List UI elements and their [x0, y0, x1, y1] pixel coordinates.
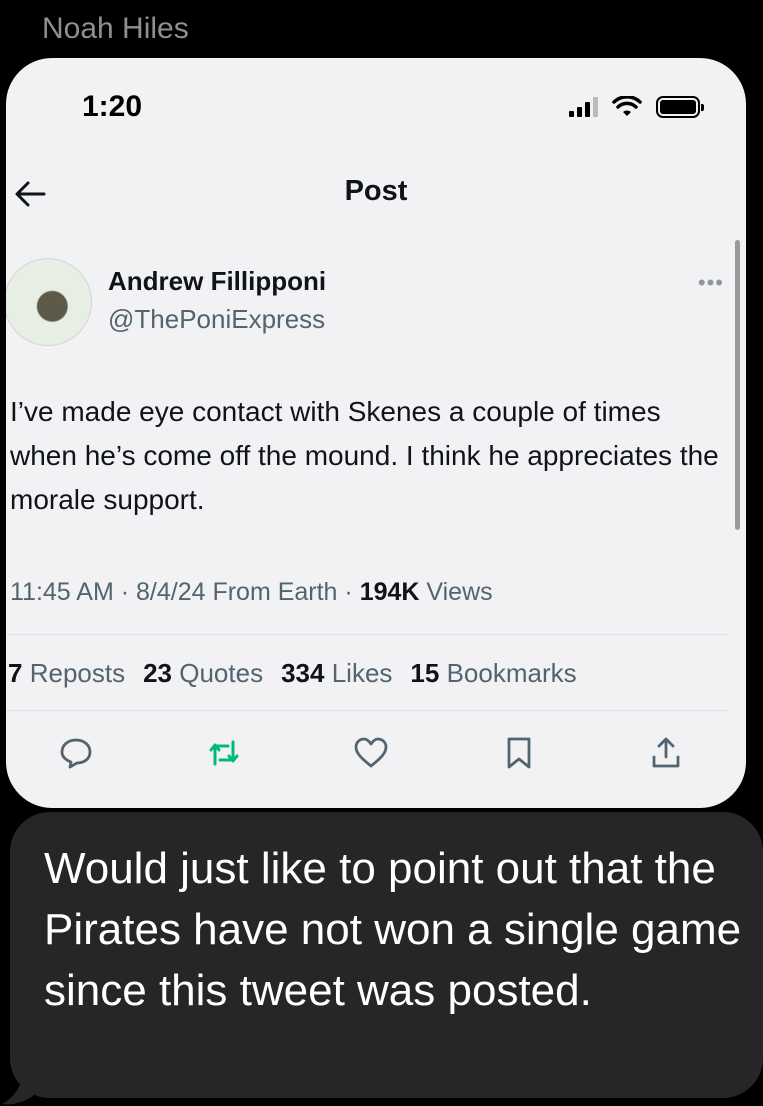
repost-button[interactable] — [204, 733, 244, 773]
tweet-screenshot-card[interactable]: 1:20 Post Andrew Fillipponi @ThePoniExpr… — [6, 58, 746, 808]
share-icon — [652, 737, 680, 768]
more-options-icon[interactable]: ••• — [698, 270, 724, 296]
likes-count: 334 — [281, 658, 325, 688]
quotes-label: Quotes — [179, 658, 264, 688]
reply-button[interactable] — [56, 733, 96, 773]
share-button[interactable] — [646, 733, 686, 773]
reposts-label: Reposts — [29, 658, 126, 688]
status-time: 1:20 — [82, 90, 143, 123]
likes-stat[interactable]: 334 Likes — [281, 658, 392, 689]
page-title: Post — [344, 175, 408, 207]
quotes-count: 23 — [143, 658, 173, 688]
views-label: Views — [419, 578, 493, 606]
bookmark-icon — [507, 737, 530, 769]
bookmarks-label: Bookmarks — [446, 658, 577, 688]
like-icon — [354, 737, 388, 768]
avatar[interactable] — [6, 258, 92, 346]
action-bar — [36, 733, 706, 773]
engagement-stats: 7 Reposts 23 Quotes 334 Likes 15 Bookmar… — [8, 658, 577, 689]
signal-icon — [569, 97, 598, 117]
likes-label: Likes — [331, 658, 393, 688]
battery-icon — [656, 96, 704, 118]
quotes-stat[interactable]: 23 Quotes — [143, 658, 263, 689]
author-name[interactable]: Andrew Fillipponi — [108, 266, 326, 297]
bookmark-button[interactable] — [499, 733, 539, 773]
reposts-stat[interactable]: 7 Reposts — [8, 658, 125, 689]
tweet-timestamp: 11:45 AM · 8/4/24 From Earth · — [10, 578, 360, 606]
views-count: 194K — [359, 578, 420, 606]
author-handle[interactable]: @ThePoniExpress — [108, 304, 325, 335]
bookmarks-stat[interactable]: 15 Bookmarks — [410, 658, 576, 689]
scrollbar[interactable] — [735, 240, 740, 530]
reposts-count: 7 — [8, 658, 23, 688]
status-icons — [569, 96, 704, 118]
wifi-icon — [612, 96, 642, 116]
divider — [6, 634, 728, 635]
sender-name: Noah Hiles — [42, 12, 189, 45]
tweet-meta: 11:45 AM · 8/4/24 From Earth · 194K View… — [10, 578, 493, 607]
message-text: Would just like to point out that the Pi… — [44, 844, 742, 1015]
bookmarks-count: 15 — [410, 658, 440, 688]
message-bubble[interactable]: Would just like to point out that the Pi… — [10, 812, 763, 1098]
reply-icon — [60, 738, 92, 769]
tweet-text: I’ve made eye contact with Skenes a coup… — [10, 396, 719, 515]
like-button[interactable] — [351, 733, 391, 773]
divider — [6, 710, 728, 711]
repost-icon — [209, 740, 238, 766]
